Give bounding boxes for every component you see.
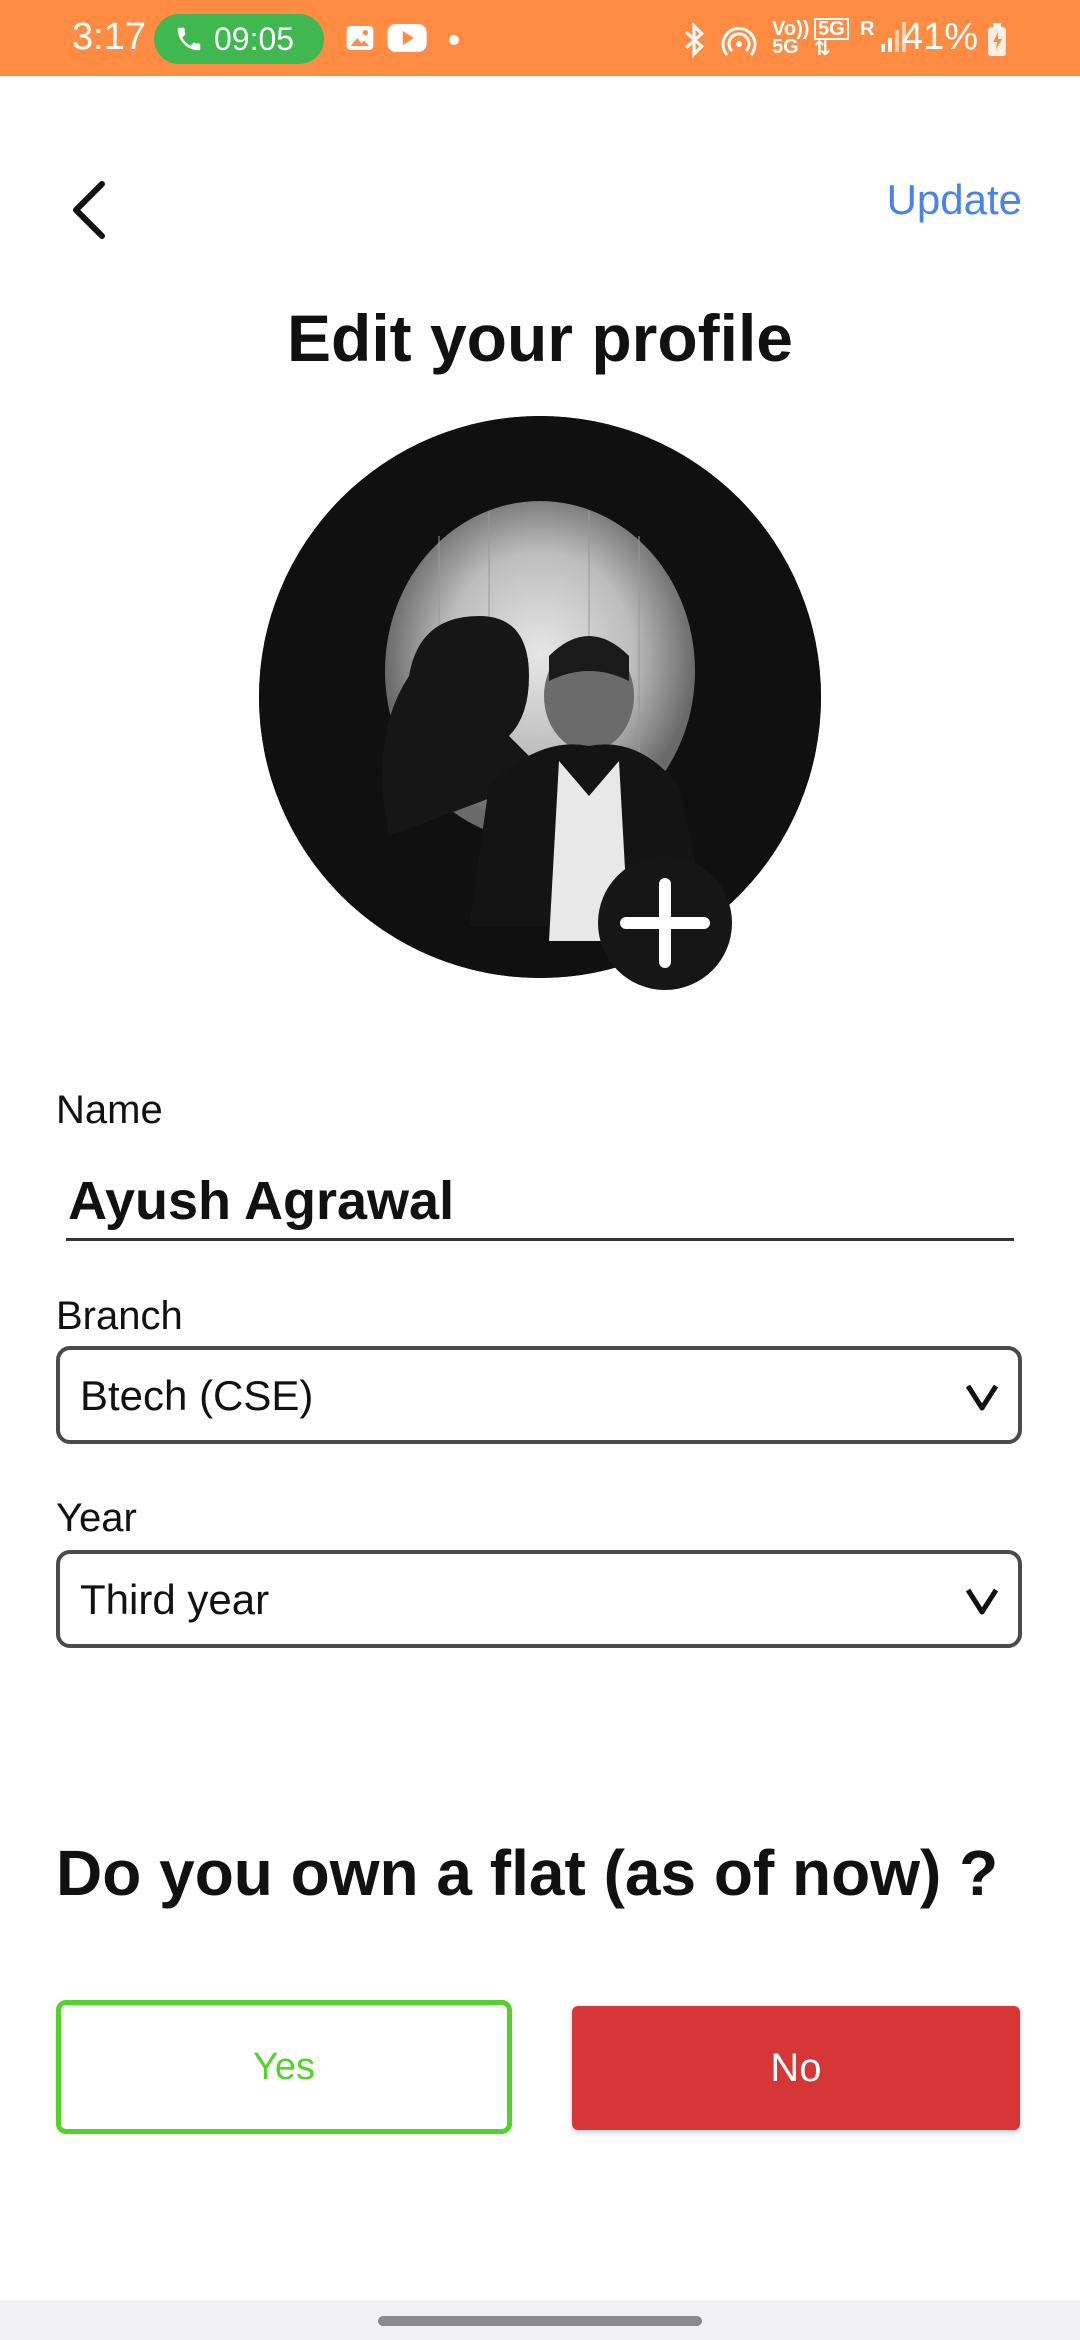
home-gesture-handle[interactable] (378, 2316, 702, 2326)
year-value: Third year (80, 1576, 270, 1623)
name-input[interactable]: Ayush Agrawal (68, 1170, 454, 1232)
plus-icon (620, 878, 710, 968)
update-button[interactable]: Update (887, 176, 1022, 224)
add-photo-button[interactable] (598, 856, 732, 990)
hotspot-icon (721, 26, 757, 56)
bluetooth-icon (685, 22, 704, 58)
youtube-icon (387, 24, 427, 52)
dot-icon (449, 35, 459, 45)
branch-value: Btech (CSE) (80, 1372, 314, 1419)
data-arrows-icon: 5G ⇅ (814, 18, 849, 59)
name-underline (66, 1238, 1014, 1241)
flat-ownership-question: Do you own a flat (as of now) ? (56, 1837, 999, 1909)
name-label: Name (56, 1088, 163, 1132)
branch-label: Branch (56, 1294, 183, 1338)
volte-icon: Vo)) 5G (772, 19, 809, 58)
battery-icon (988, 23, 1006, 56)
back-button[interactable] (62, 172, 122, 242)
no-button[interactable]: No (572, 2006, 1020, 2130)
call-timer: 09:05 (214, 20, 295, 57)
status-time: 3:17 (72, 16, 146, 58)
gallery-icon (346, 26, 374, 50)
profile-photo-image (259, 416, 821, 978)
navigation-bar (0, 2300, 1080, 2340)
year-select[interactable]: Third year (56, 1550, 1022, 1648)
yes-button[interactable]: Yes (56, 2000, 512, 2134)
phone-icon (177, 27, 201, 51)
chevron-down-icon (965, 1588, 999, 1615)
ongoing-call-pill[interactable]: 09:05 (154, 14, 324, 64)
battery-percent: 41% (902, 16, 979, 58)
chevron-down-icon (965, 1384, 999, 1411)
page-title: Edit your profile (286, 301, 794, 375)
chevron-left-icon (73, 181, 105, 239)
data-5g-label: 5G (814, 18, 849, 40)
roaming-label: R (860, 18, 875, 40)
branch-select[interactable]: Btech (CSE) (56, 1346, 1022, 1444)
year-label: Year (56, 1496, 137, 1540)
volte-5g-label: 5G (772, 36, 799, 58)
no-label: No (770, 2045, 822, 2090)
yes-label: Yes (253, 2045, 315, 2088)
status-bar: 3:17 09:05 Vo)) 5G 5G ⇅ R 41% (0, 0, 1080, 76)
profile-photo[interactable] (259, 416, 821, 978)
